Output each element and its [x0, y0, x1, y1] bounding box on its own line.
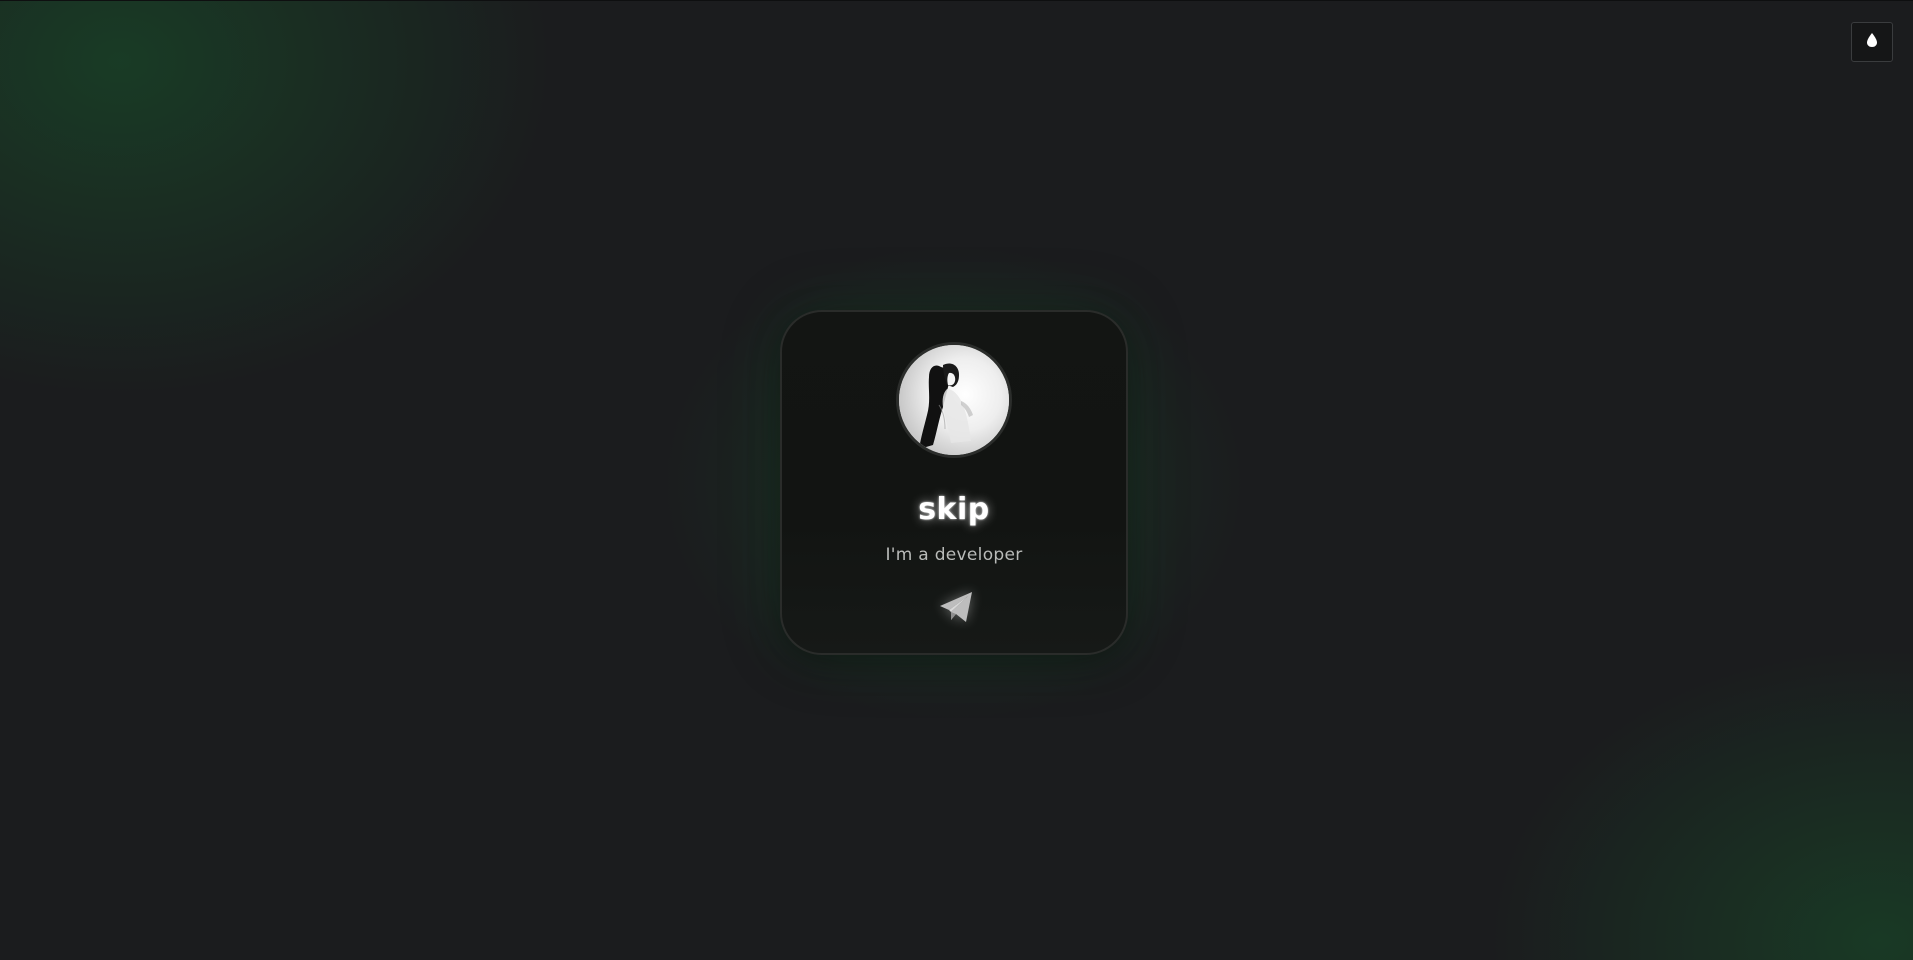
avatar: [896, 342, 1012, 458]
telegram-icon: [938, 590, 974, 628]
profile-card: skip I'm a developer: [780, 310, 1128, 655]
droplet-icon: [1865, 32, 1879, 52]
theme-toggle-button[interactable]: [1851, 22, 1893, 62]
profile-tagline: I'm a developer: [885, 545, 1023, 565]
page: skip I'm a developer: [0, 0, 1913, 960]
telegram-link[interactable]: [937, 590, 975, 628]
profile-name: skip: [918, 492, 990, 527]
